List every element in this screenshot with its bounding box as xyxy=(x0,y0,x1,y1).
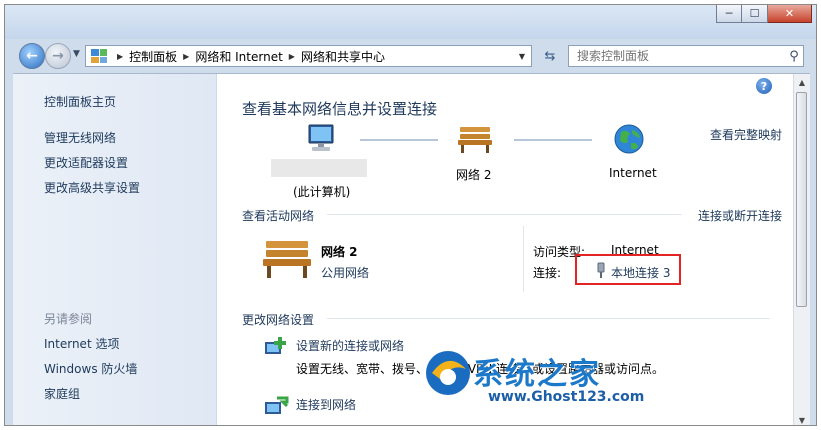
content-area: 控制面板主页 管理无线网络 更改适配器设置 更改高级共享设置 另请参阅 Inte… xyxy=(13,73,810,425)
connect-disconnect-link[interactable]: 连接或断开连接 xyxy=(698,207,782,224)
window-controls: ─ ☐ ✕ xyxy=(716,5,812,23)
active-networks-heading: 查看活动网络 xyxy=(242,209,315,223)
map-link-line xyxy=(360,139,438,141)
scroll-down-icon[interactable]: ▼ xyxy=(794,412,810,425)
setup-connection-link[interactable]: 设置新的连接或网络 xyxy=(296,337,404,354)
vertical-scrollbar[interactable]: ▲ ▼ xyxy=(793,74,810,425)
network-bench-icon xyxy=(263,241,311,278)
see-also-heading: 另请参阅 xyxy=(44,312,93,326)
scroll-up-icon[interactable]: ▲ xyxy=(794,74,810,90)
help-icon[interactable]: ? xyxy=(756,78,772,94)
change-settings-heading: 更改网络设置 xyxy=(242,313,315,327)
sidebar: 控制面板主页 管理无线网络 更改适配器设置 更改高级共享设置 另请参阅 Inte… xyxy=(13,74,217,425)
recent-pages-dropdown-icon[interactable]: ▼ xyxy=(73,49,80,59)
breadcrumb-arrow-icon[interactable]: ▶ xyxy=(117,52,123,61)
sidebar-item-windows-firewall[interactable]: Windows 防火墙 xyxy=(44,360,137,377)
section-divider xyxy=(327,318,770,319)
main-panel: ? 查看基本网络信息并设置连接 查看完整映射 (此计算机) 网络 2 Inter… xyxy=(217,74,794,425)
computer-name-blurred xyxy=(271,159,367,177)
section-divider xyxy=(327,214,682,215)
navigation-bar: ← → ▼ ▶ 控制面板 ▶ 网络和 Internet ▶ 网络和共享中心 ▼ … xyxy=(15,41,807,71)
new-connection-icon xyxy=(265,337,286,354)
window: ─ ☐ ✕ ← → ▼ ▶ 控制面板 ▶ 网络和 Internet ▶ 网络和共… xyxy=(4,4,817,426)
close-button[interactable]: ✕ xyxy=(768,5,812,23)
sidebar-home-link[interactable]: 控制面板主页 xyxy=(44,93,116,110)
connect-to-network-link[interactable]: 连接到网络 xyxy=(296,396,356,413)
minimize-button[interactable]: ─ xyxy=(716,5,742,23)
breadcrumb-arrow-icon[interactable]: ▶ xyxy=(183,52,189,61)
breadcrumb-control-panel[interactable]: 控制面板 xyxy=(129,48,177,65)
page-title: 查看基本网络信息并设置连接 xyxy=(242,100,438,118)
forward-button[interactable]: → xyxy=(45,43,71,69)
map-link-line xyxy=(514,139,592,141)
see-full-map-link[interactable]: 查看完整映射 xyxy=(710,126,782,143)
computer-label: (此计算机) xyxy=(293,185,351,199)
breadcrumb-arrow-icon[interactable]: ▶ xyxy=(289,52,295,61)
computer-icon xyxy=(308,124,334,151)
sidebar-item-homegroup[interactable]: 家庭组 xyxy=(44,385,80,402)
scroll-thumb[interactable] xyxy=(796,92,807,307)
sidebar-item-adapter-settings[interactable]: 更改适配器设置 xyxy=(44,154,128,171)
breadcrumb-network-sharing-center[interactable]: 网络和共享中心 xyxy=(301,48,385,65)
network-label: 网络 2 xyxy=(456,168,492,182)
sidebar-item-internet-options[interactable]: Internet 选项 xyxy=(44,335,119,352)
network-type-link[interactable]: 公用网络 xyxy=(321,264,369,281)
breadcrumb-network-internet[interactable]: 网络和 Internet xyxy=(195,48,282,65)
internet-globe-icon xyxy=(614,124,644,154)
network-bench-icon xyxy=(458,127,492,153)
address-bar[interactable]: ▶ 控制面板 ▶ 网络和 Internet ▶ 网络和共享中心 ▼ xyxy=(85,45,532,67)
internet-label: Internet xyxy=(609,166,657,180)
search-icon[interactable]: ⚲ xyxy=(785,49,803,64)
connect-network-icon xyxy=(265,396,289,414)
sidebar-item-advanced-sharing[interactable]: 更改高级共享设置 xyxy=(44,179,140,196)
search-input[interactable] xyxy=(575,48,785,64)
title-bar: ─ ☐ ✕ xyxy=(5,5,816,39)
highlight-box xyxy=(575,254,681,285)
sidebar-item-manage-wireless[interactable]: 管理无线网络 xyxy=(44,129,116,146)
setup-connection-desc: 设置无线、宽带、拨号、临时或 VPN 连接；或设置路由器或访问点。 xyxy=(296,362,665,376)
search-box[interactable]: ⚲ xyxy=(568,45,804,67)
connection-label: 连接: xyxy=(533,266,562,280)
column-divider xyxy=(523,226,524,292)
address-dropdown-icon[interactable]: ▼ xyxy=(519,52,525,61)
maximize-button[interactable]: ☐ xyxy=(742,5,768,23)
active-network-name: 网络 2 xyxy=(321,245,358,259)
back-button[interactable]: ← xyxy=(19,43,45,69)
refresh-button[interactable]: ⇆ xyxy=(537,45,563,67)
control-panel-icon xyxy=(91,49,107,63)
